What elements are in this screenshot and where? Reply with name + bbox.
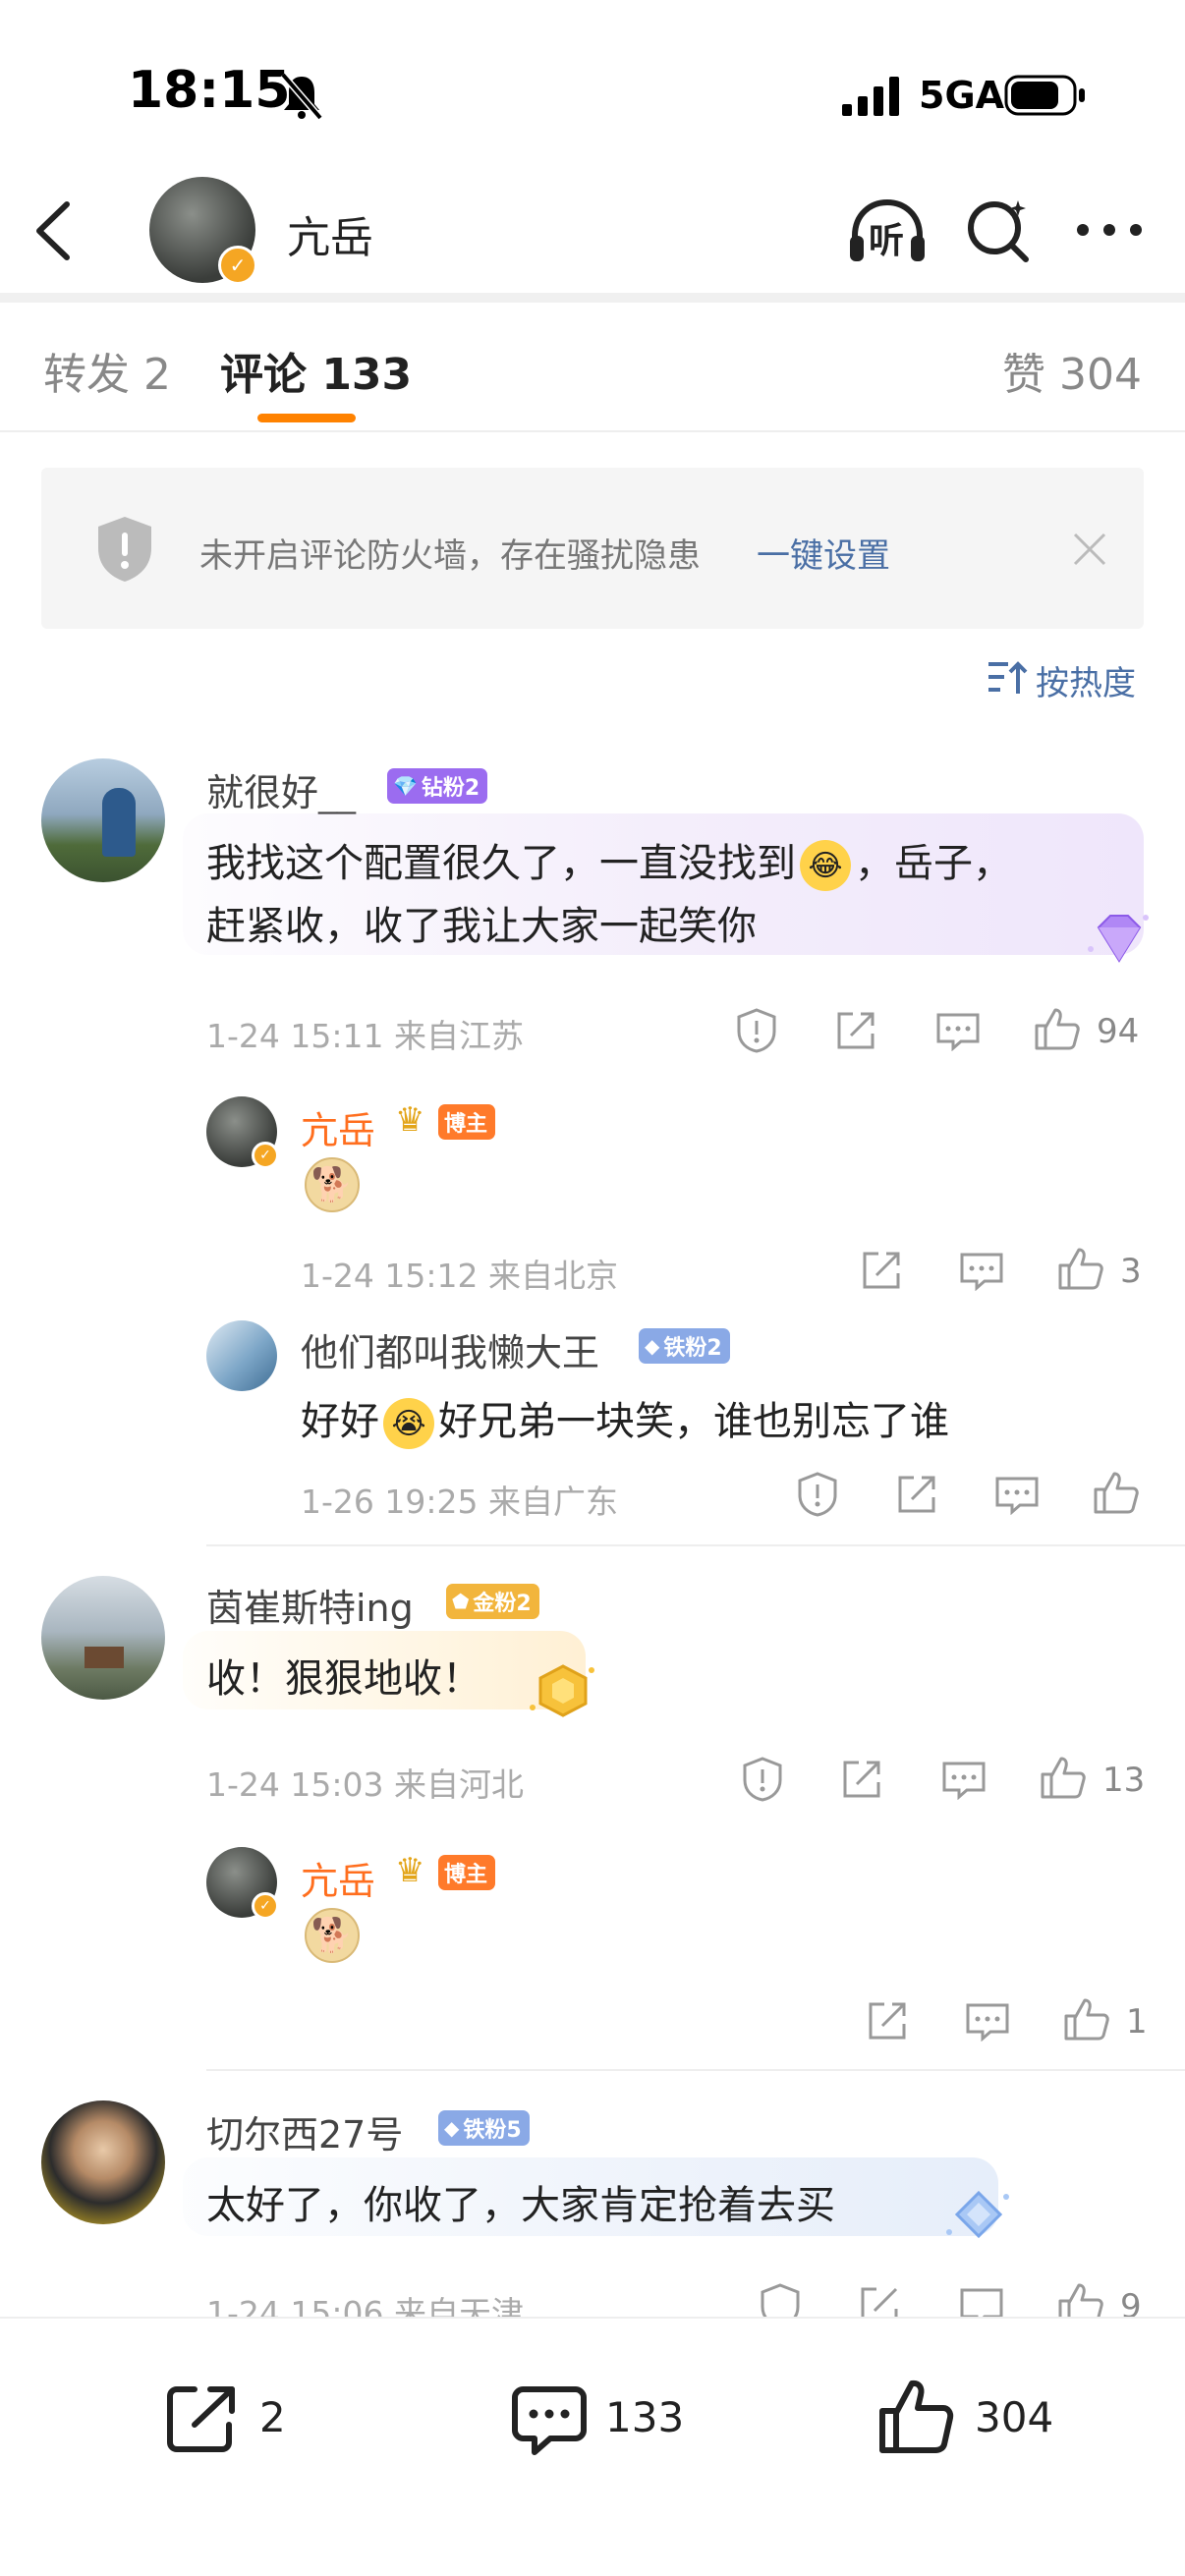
comment-text: 太好了，你收了，大家肯定抢着去买 [206,2183,835,2228]
like-icon[interactable] [1063,1996,1110,2042]
fan-badge: ⬟ 金粉2 [446,1584,539,1619]
like-count: 1 [1126,2002,1148,2042]
comment-divider [206,2069,1185,2071]
diamond-decoration-icon [1088,915,1149,963]
like-button[interactable]: 304 [875,2376,1071,2458]
comment-user-name[interactable]: 就很好__ [206,762,356,816]
comment-count: 133 [605,2393,685,2441]
report-icon[interactable] [735,1008,778,1053]
sort-by-heat[interactable]: 按热度 [1036,656,1136,704]
tabs-divider [0,430,1185,432]
header-user-name[interactable]: 亢岳 [287,202,373,265]
comment-user-name[interactable]: 切尔西27号 [206,2104,403,2158]
repost-icon[interactable] [861,1250,902,1291]
like-count: 94 [1097,1012,1140,1051]
report-icon[interactable] [796,1472,839,1517]
fan-badge: ◆ 铁粉5 [438,2110,530,2146]
comment-avatar[interactable] [41,1576,165,1700]
reply-time-location: 1-24 15:12 来自北京 [301,1257,618,1295]
blogger-badge: 博主 [438,1104,496,1140]
comment-divider [206,1544,1185,1546]
network-type: 5GA [919,74,1005,117]
like-icon [879,2380,954,2453]
crying-emoji-icon: 😭 [383,1398,434,1449]
tab-reposts[interactable]: 转发 2 [43,339,171,402]
repost-icon[interactable] [867,2000,908,2042]
reply-icon[interactable] [965,2002,1010,2042]
reply-user-name[interactable]: 他们都叫我懒大王 [301,1322,599,1376]
laugh-cry-emoji-icon: 😂 [800,840,851,891]
doge-emoji-icon: 🐕 [305,1157,360,1212]
blue-diamond-decoration-icon [946,2190,1009,2239]
reply-text: 好好 😭 好兄弟一块笑，谁也别忘了谁 [301,1389,949,1449]
like-count: 3 [1120,1252,1142,1291]
more-options-icon[interactable] [1075,220,1144,240]
like-icon[interactable] [1057,1246,1104,1291]
repost-icon[interactable] [896,1474,937,1515]
verified-badge-icon: ✓ [252,1892,279,1920]
doge-emoji-icon: 🐕 [305,1908,360,1963]
bottom-action-bar: 2 133 304 [0,2317,1185,2576]
comment-time-location: 1-24 15:11 来自江苏 [206,1017,524,1055]
comment-avatar[interactable] [41,758,165,882]
repost-icon[interactable] [841,1759,882,1800]
repost-icon [167,2386,235,2452]
gold-badge-decoration-icon [530,1664,594,1717]
repost-button[interactable]: 2 [161,2378,318,2456]
repost-icon[interactable] [835,1010,876,1051]
reply-user-name[interactable]: 亢岳 [301,1851,375,1905]
like-icon[interactable] [1093,1470,1140,1515]
reply-user-name[interactable]: 亢岳 [301,1100,375,1154]
search-icon[interactable] [963,195,1034,265]
fan-badge-label: 钻粉2 [421,776,480,801]
like-icon[interactable] [1034,1006,1081,1051]
tab-likes[interactable]: 赞 304 [1002,339,1142,402]
status-time: 18:15 [128,61,291,120]
comment-user-name[interactable]: 茵崔斯特ing [206,1578,414,1632]
signal-icon [842,77,899,116]
listen-label: 听 [869,221,905,261]
comment-text: 我找这个配置很久了，一直没找到 😂 ，岳子， [206,831,1012,891]
verified-badge-icon: ✓ [218,246,257,285]
comment-button[interactable]: 133 [511,2378,707,2456]
tab-comments[interactable]: 评论 133 [220,339,412,402]
reply-time-location: 1-26 19:25 来自广东 [301,1483,618,1521]
listen-button[interactable]: 听 [847,196,928,265]
header-divider [0,293,1185,303]
sort-icon[interactable] [987,660,1028,696]
comment-time-location: 1-24 15:03 来自河北 [206,1765,524,1804]
reply-icon[interactable] [941,1761,987,1800]
reply-avatar[interactable] [206,1320,277,1391]
repost-count: 2 [259,2393,286,2441]
bell-muted-icon [280,72,323,120]
reply-icon[interactable] [959,1252,1004,1291]
banner-setup-link[interactable]: 一键设置 [757,529,890,577]
crown-icon: ♛ [395,1100,425,1140]
fan-badge-label: 铁粉5 [463,2118,522,2143]
crown-icon: ♛ [395,1851,425,1890]
close-icon[interactable] [1071,531,1108,568]
report-icon[interactable] [741,1757,784,1802]
fan-badge-label: 铁粉2 [663,1336,722,1361]
comment-icon [512,2386,587,2455]
comment-text-line2: 赶紧收，收了我让大家一起笑你 [206,904,757,949]
tab-active-indicator [257,414,356,422]
shield-icon [98,517,151,582]
verified-badge-icon: ✓ [252,1142,279,1169]
banner-text: 未开启评论防火墙，存在骚扰隐患 [199,536,701,576]
like-count: 13 [1102,1761,1146,1800]
reply-icon[interactable] [994,1476,1040,1515]
blogger-badge: 博主 [438,1855,496,1890]
reply-icon[interactable] [935,1012,981,1051]
fan-badge: 💎 钻粉2 [387,768,488,804]
fan-badge-label: 金粉2 [473,1592,532,1616]
back-arrow-icon[interactable] [29,196,79,265]
like-count-total: 304 [975,2393,1054,2441]
comment-avatar[interactable] [41,2100,165,2224]
comment-text: 收！狠狠地收！ [206,1656,481,1702]
like-icon[interactable] [1040,1755,1087,1800]
fan-badge: ◆ 铁粉2 [639,1328,730,1364]
battery-icon [1004,75,1085,116]
